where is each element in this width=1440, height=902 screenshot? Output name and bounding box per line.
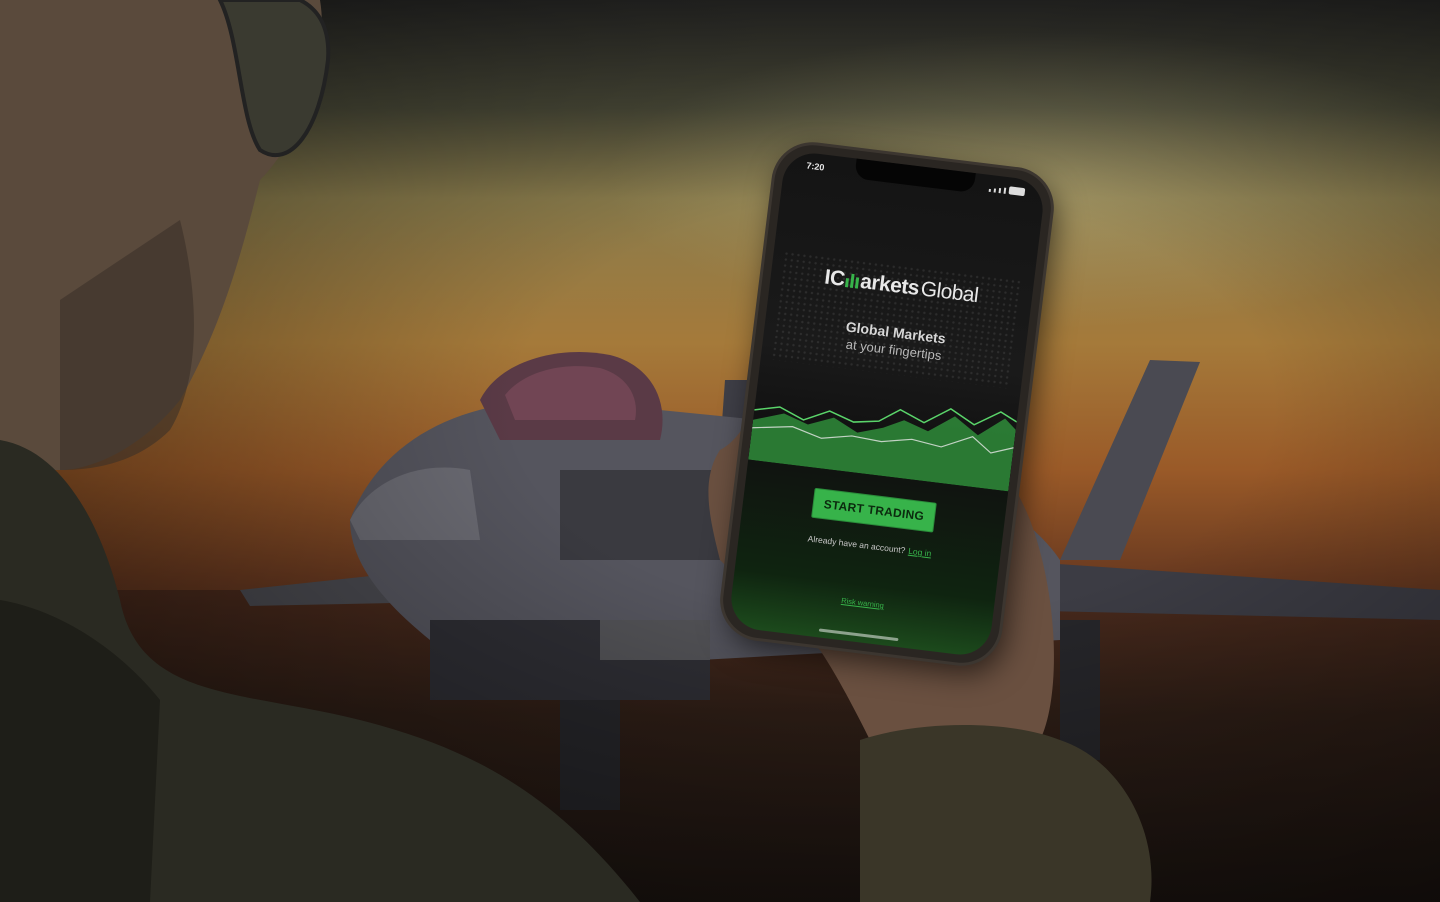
battery-icon xyxy=(1008,186,1026,197)
man-silhouette xyxy=(0,0,1152,902)
phone-notch xyxy=(854,158,976,193)
home-indicator xyxy=(818,628,899,642)
phone-screen: 7:20 IC arketsGlobal Global Markets at yo… xyxy=(727,149,1047,659)
login-prompt: Already have an account? Log in xyxy=(739,525,1000,567)
photo-scene: 7:20 IC arketsGlobal Global Markets at yo… xyxy=(0,0,1440,902)
login-link[interactable]: Log in xyxy=(908,546,932,559)
logo-ic-text: IC xyxy=(823,265,846,291)
logo-bars-icon xyxy=(844,273,861,289)
risk-warning-link[interactable]: Risk warning xyxy=(732,583,993,624)
status-time: 7:20 xyxy=(805,160,825,173)
market-chart-graphic xyxy=(748,406,1018,492)
signal-icon xyxy=(988,184,1026,197)
login-prompt-text: Already have an account? xyxy=(807,533,906,556)
start-trading-button[interactable]: START TRADING xyxy=(811,487,937,533)
